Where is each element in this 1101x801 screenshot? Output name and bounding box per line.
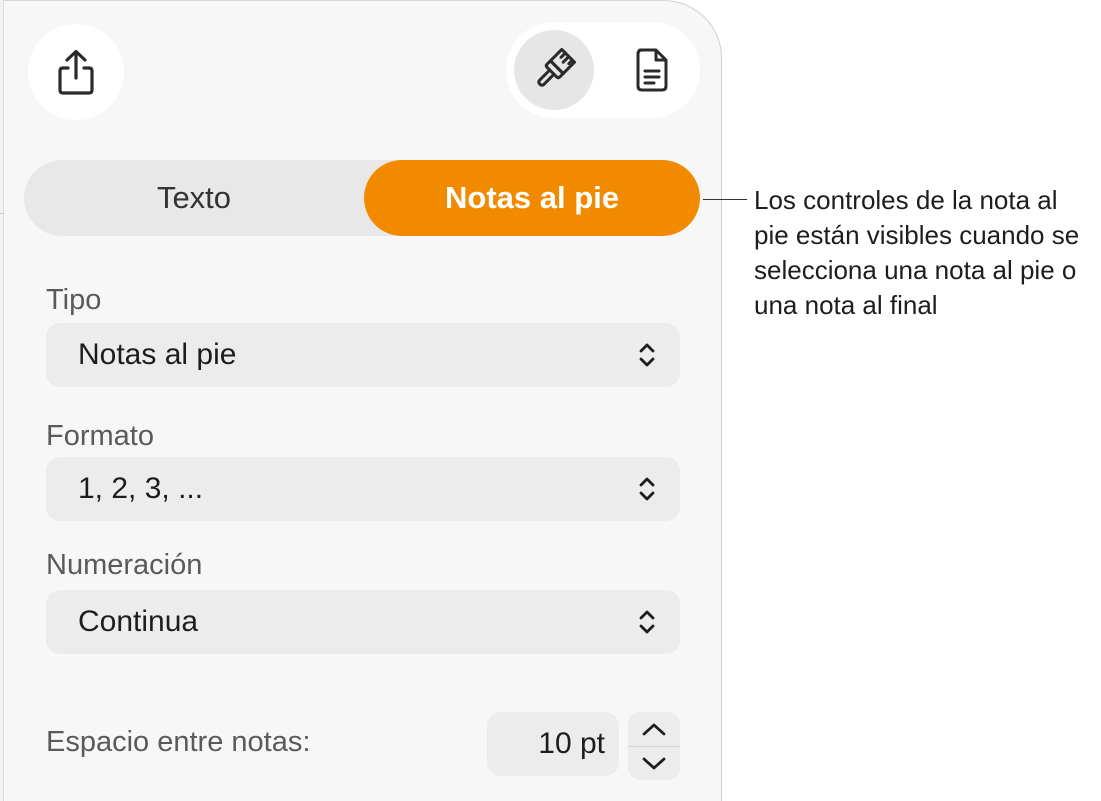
format-button[interactable]	[514, 30, 594, 110]
inspector-toolbar	[506, 22, 700, 118]
chevron-up-icon	[642, 723, 666, 736]
format-label: Formato	[46, 420, 154, 452]
document-icon	[636, 48, 668, 92]
paintbrush-icon	[537, 47, 577, 87]
spacing-label: Espacio entre notas:	[46, 726, 311, 758]
format-select[interactable]: 1, 2, 3, ...	[46, 457, 680, 521]
share-button[interactable]	[28, 24, 124, 120]
type-select-value: Notas al pie	[78, 338, 237, 371]
format-inspector-panel: Texto Notas al pie Tipo Notas al pie For…	[4, 0, 722, 801]
chevron-down-icon	[642, 757, 666, 769]
stepper-increment-button[interactable]	[628, 712, 680, 746]
format-select-value: 1, 2, 3, ...	[78, 472, 204, 505]
numbering-select-value: Continua	[78, 605, 199, 638]
spacing-stepper	[628, 712, 680, 780]
tab-footnotes[interactable]: Notas al pie	[364, 160, 700, 236]
callout-leader-line	[703, 199, 747, 200]
type-label: Tipo	[46, 284, 102, 316]
chevron-up-down-icon	[639, 343, 655, 367]
screenshot: Texto Notas al pie Tipo Notas al pie For…	[0, 0, 1101, 801]
numbering-select[interactable]: Continua	[46, 590, 680, 654]
document-button[interactable]	[612, 30, 692, 110]
type-select[interactable]: Notas al pie	[46, 323, 680, 387]
share-icon	[58, 49, 94, 95]
inspector-tabs: Texto Notas al pie	[24, 160, 700, 236]
tab-text[interactable]: Texto	[24, 160, 364, 236]
numbering-label: Numeración	[46, 549, 203, 581]
spacing-value: 10 pt	[538, 727, 605, 760]
callout-annotation: Los controles de la nota al pie están vi…	[754, 185, 1080, 320]
chevron-up-down-icon	[639, 477, 655, 501]
stepper-decrement-button[interactable]	[628, 746, 680, 780]
chevron-up-down-icon	[639, 610, 655, 634]
spacing-input[interactable]: 10 pt	[487, 712, 619, 776]
